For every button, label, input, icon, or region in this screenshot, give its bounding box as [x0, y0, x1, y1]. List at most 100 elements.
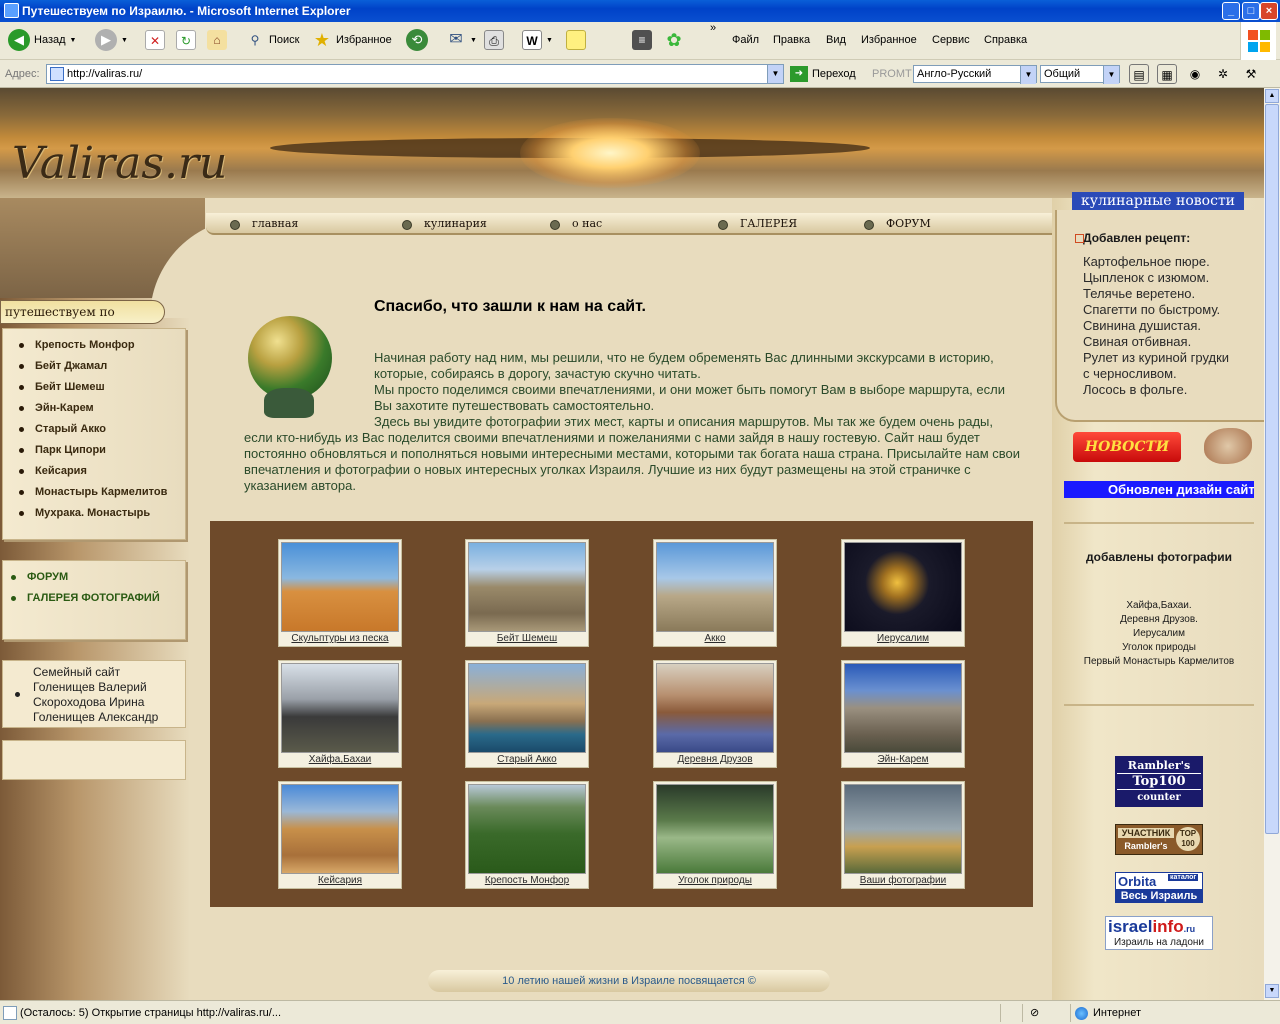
- nav-home[interactable]: главная: [230, 217, 298, 230]
- history-button[interactable]: ⟲: [406, 26, 428, 54]
- close-button[interactable]: ×: [1260, 2, 1278, 20]
- place-link[interactable]: Бейт Шемеш: [15, 377, 185, 398]
- address-input[interactable]: http://valiras.ru/ ▼: [46, 64, 784, 84]
- recipe-item[interactable]: Рулет из куриной грудки: [1083, 350, 1229, 366]
- address-dropdown-icon[interactable]: ▼: [767, 65, 783, 83]
- gallery-item[interactable]: Акко: [653, 539, 777, 647]
- gallery-item[interactable]: Эйн-Карем: [841, 660, 965, 768]
- seashell-image: [1204, 428, 1252, 464]
- top-label: TOP: [1179, 829, 1197, 838]
- go-arrow-icon: ➜: [790, 66, 808, 82]
- menu-edit[interactable]: Правка: [773, 34, 810, 46]
- gallery-item[interactable]: Уголок природы: [653, 781, 777, 889]
- orbita-catalog-badge[interactable]: Orbita каталог Весь Израиль: [1115, 872, 1203, 903]
- menu-favorites[interactable]: Избранное: [861, 34, 917, 46]
- nav-forum[interactable]: ФОРУМ: [864, 217, 931, 230]
- ru-label: .ru: [1183, 924, 1196, 934]
- gallery-item[interactable]: Хайфа,Бахаи: [278, 660, 402, 768]
- gallery-caption: Уголок природы: [678, 875, 752, 886]
- translate-page-icon[interactable]: ▤: [1129, 64, 1149, 84]
- refresh-button[interactable]: ↻: [176, 26, 196, 54]
- settings-tool-icon[interactable]: ✲: [1213, 64, 1233, 84]
- translation-topic-select[interactable]: Общий ▼: [1040, 65, 1120, 84]
- gallery-item[interactable]: Старый Акко: [465, 660, 589, 768]
- favorites-button[interactable]: ★ Избранное: [312, 26, 392, 54]
- menu-help[interactable]: Справка: [984, 34, 1027, 46]
- internet-zone: Интернет: [1075, 1007, 1141, 1020]
- translation-direction-value: Англо-Русский: [917, 68, 992, 80]
- search-button[interactable]: ⚲ Поиск: [245, 26, 300, 54]
- rambler-top100-counter[interactable]: Rambler's Top100 counter: [1115, 756, 1203, 807]
- menu-view[interactable]: Вид: [826, 34, 846, 46]
- forward-button[interactable]: ▶ ▼: [95, 26, 128, 54]
- vertical-scrollbar[interactable]: ▲ ▼: [1264, 88, 1280, 1000]
- nav-culinary[interactable]: кулинария: [402, 217, 487, 230]
- forum-link[interactable]: ФОРУМ: [7, 567, 185, 588]
- translation-direction-select[interactable]: Англо-Русский ▼: [913, 65, 1037, 84]
- place-link[interactable]: Старый Акко: [15, 419, 185, 440]
- status-divider: [1022, 1004, 1023, 1022]
- mail-dropdown-icon[interactable]: ▼: [470, 37, 477, 44]
- print-button[interactable]: ⎙: [484, 26, 504, 54]
- place-link[interactable]: Бейт Джамал: [15, 356, 185, 377]
- photos-added-heading: добавлены фотографии: [1086, 550, 1232, 564]
- back-dropdown-icon[interactable]: ▼: [70, 37, 77, 44]
- edit-button[interactable]: W ▼: [522, 26, 553, 54]
- recipe-item[interactable]: Свинина душистая.: [1083, 318, 1229, 334]
- topic-dropdown-icon[interactable]: ▼: [1103, 66, 1119, 84]
- recipe-item[interactable]: Цыпленок с изюмом.: [1083, 270, 1229, 286]
- gallery-item[interactable]: Деревня Друзов: [653, 660, 777, 768]
- gallery-caption: Акко: [704, 633, 726, 644]
- toolbar-chevron-icon[interactable]: »: [710, 22, 716, 34]
- gallery-item[interactable]: Кейсария: [278, 781, 402, 889]
- privacy-icon[interactable]: ⊘: [1030, 1006, 1039, 1019]
- recipe-item[interactable]: Картофельное пюре.: [1083, 254, 1229, 270]
- place-link[interactable]: Монастырь Кармелитов: [15, 482, 185, 503]
- recipe-item[interactable]: Лосось в фольге.: [1083, 382, 1229, 398]
- maximize-button[interactable]: □: [1242, 2, 1260, 20]
- scroll-down-icon[interactable]: ▼: [1265, 984, 1279, 998]
- gallery-item[interactable]: Ваши фотографии: [841, 781, 965, 889]
- research-button[interactable]: ≡: [632, 26, 652, 54]
- gallery-item[interactable]: Скульптуры из песка: [278, 539, 402, 647]
- place-link[interactable]: Мухрака. Монастырь: [15, 503, 185, 524]
- menu-tools[interactable]: Сервис: [932, 34, 970, 46]
- scroll-thumb[interactable]: [1265, 104, 1279, 834]
- nav-gallery[interactable]: ГАЛЕРЕЯ: [718, 217, 797, 230]
- nav-about[interactable]: о нас: [550, 217, 602, 230]
- status-bar: (Осталось: 5) Открытие страницы http://v…: [0, 1000, 1280, 1024]
- gallery-item[interactable]: Крепость Монфор: [465, 781, 589, 889]
- mail-button[interactable]: ✉ ▼: [446, 26, 477, 54]
- place-link[interactable]: Эйн-Карем: [15, 398, 185, 419]
- translation-dropdown-icon[interactable]: ▼: [1020, 66, 1036, 84]
- translate-window-icon[interactable]: ▦: [1157, 64, 1177, 84]
- menu-file[interactable]: Файл: [732, 34, 759, 46]
- go-button[interactable]: ➜ Переход: [790, 66, 856, 82]
- minimize-button[interactable]: _: [1222, 2, 1240, 20]
- israelinfo-badge[interactable]: israelinfo.ru Израиль на ладони: [1105, 916, 1213, 950]
- edit-dropdown-icon[interactable]: ▼: [546, 37, 553, 44]
- photo-gallery-link[interactable]: ГАЛЕРЕЯ ФОТОГРАФИЙ: [7, 588, 185, 609]
- wrench-icon[interactable]: ⚒: [1241, 64, 1261, 84]
- globe-tool-icon[interactable]: ◉: [1185, 64, 1205, 84]
- gallery-item[interactable]: Бейт Шемеш: [465, 539, 589, 647]
- stop-button[interactable]: ✕: [145, 26, 165, 54]
- recipe-item[interactable]: Свиная отбивная.: [1083, 334, 1229, 350]
- culinary-news-title[interactable]: кулинарные новости: [1072, 192, 1244, 210]
- place-link[interactable]: Крепость Монфор: [15, 335, 185, 356]
- place-link[interactable]: Парк Ципори: [15, 440, 185, 461]
- news-button[interactable]: НОВОСТИ: [1073, 432, 1181, 462]
- recipe-item[interactable]: Телячье веретено.: [1083, 286, 1229, 302]
- note-button[interactable]: [566, 26, 586, 54]
- site-logo[interactable]: Valiras.ru: [12, 138, 227, 189]
- recipe-item[interactable]: Спагетти по быстрому.: [1083, 302, 1229, 318]
- place-link[interactable]: Кейсария: [15, 461, 185, 482]
- back-button[interactable]: ◀ Назад ▼: [8, 26, 76, 54]
- icq-button[interactable]: ✿: [664, 26, 684, 54]
- recipe-item[interactable]: с черносливом.: [1083, 366, 1229, 382]
- rambler-member-badge[interactable]: УЧАСТНИК Rambler's TOP 100: [1115, 824, 1203, 855]
- scroll-up-icon[interactable]: ▲: [1265, 89, 1279, 103]
- home-button[interactable]: ⌂: [207, 26, 227, 54]
- forward-dropdown-icon[interactable]: ▼: [121, 37, 128, 44]
- gallery-item[interactable]: Иерусалим: [841, 539, 965, 647]
